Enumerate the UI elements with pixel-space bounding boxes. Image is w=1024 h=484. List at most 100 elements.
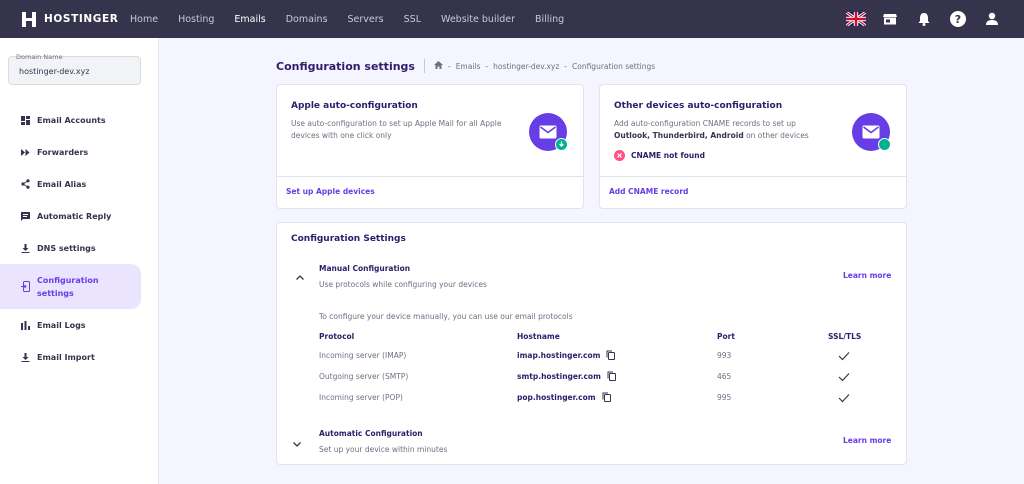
other-devices-auto-config-card: Other devices auto-configuration Add aut… [599, 84, 907, 209]
nav-ssl[interactable]: SSL [404, 14, 421, 25]
user-icon[interactable] [982, 9, 1002, 29]
sidebar-item-label: Forwarders [37, 147, 89, 157]
sidebar-item-email-logs[interactable]: Email Logs [0, 309, 159, 341]
sidebar-item-email-import[interactable]: Email Import [0, 341, 159, 373]
manual-configuration-description: Use protocols while configuring your dev… [319, 280, 487, 289]
error-icon [614, 150, 625, 161]
svg-text:?: ? [955, 13, 961, 26]
manual-learn-more-link[interactable]: Learn more [843, 271, 891, 280]
sidebar-item-email-alias[interactable]: Email Alias [0, 168, 159, 200]
nav-hosting[interactable]: Hosting [178, 14, 214, 25]
sidebar-item-label: Email Alias [37, 179, 87, 189]
other-card-description: Add auto-configuration CNAME records to … [614, 119, 809, 140]
top-navigation-bar: HOSTINGER Home Hosting Emails Domains Se… [0, 0, 1024, 38]
nav-website-builder[interactable]: Website builder [441, 14, 515, 25]
automatic-learn-more-link[interactable]: Learn more [843, 436, 891, 445]
column-header-hostname: Hostname [517, 332, 560, 341]
manual-configuration-title: Manual Configuration [319, 264, 411, 273]
sidebar-item-label: Email Import [37, 352, 95, 362]
card-divider [277, 176, 583, 177]
nav-billing[interactable]: Billing [535, 14, 564, 25]
breadcrumb-emails[interactable]: Emails [456, 62, 481, 71]
home-icon[interactable] [433, 61, 443, 71]
main-nav: Home Hosting Emails Domains Servers SSL … [130, 0, 584, 38]
breadcrumb-separator: - [485, 61, 489, 71]
page-title: Configuration settings [276, 59, 415, 73]
reply-icon [20, 211, 30, 221]
hostname-cell: imap.hostinger.com [517, 350, 616, 360]
nav-home[interactable]: Home [130, 14, 158, 25]
sidebar-item-automatic-reply[interactable]: Automatic Reply [0, 200, 159, 232]
check-icon [838, 352, 850, 361]
domain-name-field[interactable]: Domain Name hostinger-dev.xyz [8, 53, 141, 85]
chevron-down-icon[interactable] [292, 439, 302, 449]
breadcrumb-separator: - [447, 61, 451, 71]
copy-icon[interactable] [607, 371, 616, 381]
column-header-port: Port [717, 332, 735, 341]
hostinger-logo-icon [22, 11, 36, 27]
column-header-ssl-tls: SSL/TLS [828, 332, 862, 341]
sidebar-item-label: DNS settings [37, 243, 96, 253]
copy-icon[interactable] [606, 350, 616, 360]
hostname-cell: smtp.hostinger.com [517, 371, 616, 381]
sidebar-item-label: Automatic Reply [37, 211, 112, 221]
bell-icon[interactable] [914, 9, 934, 29]
brand-name: HOSTINGER [44, 13, 119, 25]
grid-icon [20, 115, 30, 125]
hostname-value: imap.hostinger.com [517, 350, 601, 360]
port-cell: 995 [717, 393, 732, 402]
sidebar-item-dns-settings[interactable]: DNS settings [0, 232, 159, 264]
nav-domains[interactable]: Domains [286, 14, 328, 25]
import-icon [20, 352, 30, 362]
check-icon [838, 373, 850, 382]
status-badge-icon [878, 138, 891, 151]
share-icon [20, 179, 30, 189]
sidebar-item-email-accounts[interactable]: Email Accounts [0, 104, 159, 136]
protocol-cell: Outgoing server (SMTP) [319, 372, 409, 381]
protocol-cell: Incoming server (POP) [319, 393, 403, 402]
breadcrumb-domain[interactable]: hostinger-dev.xyz [493, 62, 559, 71]
configuration-settings-card: Configuration Settings Manual Configurat… [276, 222, 907, 465]
apple-card-title: Apple auto-configuration [291, 101, 418, 111]
other-card-title: Other devices auto-configuration [614, 101, 783, 111]
domain-name-label: Domain Name [16, 53, 63, 61]
chevron-up-icon[interactable] [295, 272, 305, 282]
manual-config-intro: To configure your device manually, you c… [319, 312, 573, 321]
column-header-protocol: Protocol [319, 332, 355, 341]
download-icon [20, 243, 30, 253]
bar-chart-icon [20, 320, 30, 330]
store-icon[interactable] [880, 9, 900, 29]
cname-status-text: CNAME not found [631, 151, 705, 160]
sidebar-item-label: Configuration settings [37, 275, 99, 298]
help-icon[interactable]: ? [948, 9, 968, 29]
hostname-value: pop.hostinger.com [517, 392, 596, 402]
nav-emails[interactable]: Emails [234, 14, 265, 25]
card-divider [600, 176, 906, 177]
sidebar-item-configuration-settings[interactable]: Configuration settings [0, 264, 141, 309]
set-up-apple-devices-link[interactable]: Set up Apple devices [286, 187, 375, 196]
breadcrumb: - Emails - hostinger-dev.xyz - Configura… [433, 61, 656, 71]
config-icon [20, 281, 30, 292]
nav-servers[interactable]: Servers [348, 14, 384, 25]
check-icon [838, 394, 850, 403]
header-divider [423, 59, 425, 73]
cname-status: CNAME not found [614, 150, 705, 161]
hostinger-logo[interactable]: HOSTINGER [22, 11, 130, 27]
automatic-configuration-description: Set up your device within minutes [319, 445, 448, 454]
add-cname-record-link[interactable]: Add CNAME record [609, 187, 688, 196]
domain-name-value: hostinger-dev.xyz [19, 67, 90, 76]
download-badge-icon [555, 138, 568, 151]
breadcrumb-separator: - [564, 61, 567, 71]
page-header: Configuration settings - Emails - hostin… [276, 58, 655, 74]
apple-card-description: Use auto-configuration to set up Apple M… [291, 119, 502, 140]
apple-auto-config-card: Apple auto-configuration Use auto-config… [276, 84, 584, 209]
copy-icon[interactable] [602, 392, 611, 402]
hostname-value: smtp.hostinger.com [517, 371, 601, 381]
sidebar: Domain Name hostinger-dev.xyz Email Acco… [0, 38, 159, 484]
breadcrumb-current: Configuration settings [572, 61, 656, 71]
sidebar-item-forwarders[interactable]: Forwarders [0, 136, 159, 168]
hostname-cell: pop.hostinger.com [517, 392, 611, 402]
uk-flag-icon[interactable] [846, 9, 866, 29]
protocol-cell: Incoming server (IMAP) [319, 351, 407, 360]
sidebar-menu: Email Accounts Forwarders Email Alias Au… [0, 104, 159, 373]
